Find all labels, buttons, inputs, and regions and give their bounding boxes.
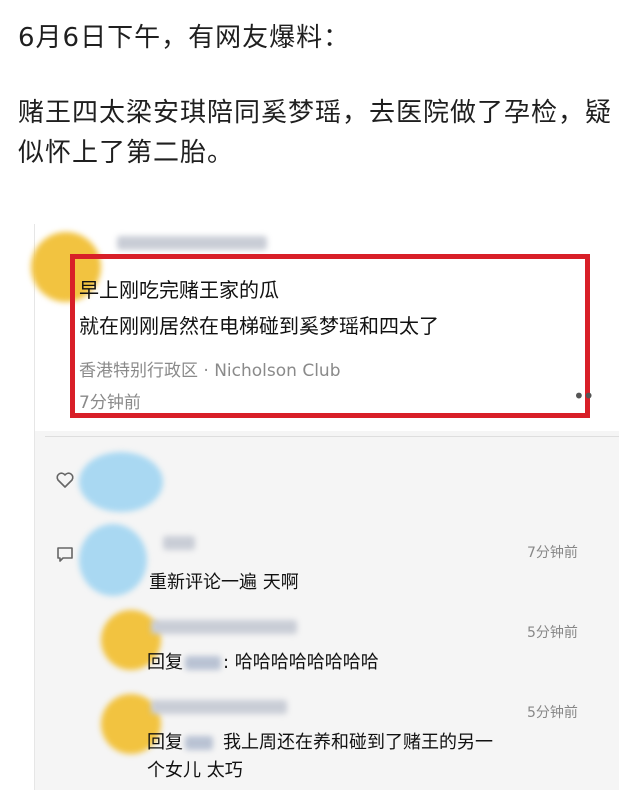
more-options-icon[interactable]: •• [573, 384, 595, 408]
comment-icon[interactable] [55, 544, 75, 564]
divider [45, 436, 619, 437]
article-body: 赌王四太梁安琪陪同奚梦瑶，去医院做了孕检，疑似怀上了第二胎。 [18, 98, 613, 168]
heart-icon[interactable] [55, 470, 75, 490]
post-text-line-1: 早上刚吃完赌王家的瓜 [79, 278, 279, 302]
reply-label: 回复 [147, 732, 183, 753]
comment-text: 回复 我上周还在养和碰到了赌王的另一 [147, 728, 493, 754]
liker-avatar [79, 452, 163, 512]
commenter-avatar [79, 524, 147, 596]
post-location[interactable]: 香港特别行政区 · Nicholson Club [79, 356, 341, 381]
reply-content: : 哈哈哈哈哈哈哈哈 [223, 652, 379, 673]
comment-text-continued: 个女儿 太巧 [147, 760, 243, 781]
commenter-name-blurred [151, 620, 297, 634]
social-post-screenshot: 早上刚吃完赌王家的瓜 就在刚刚居然在电梯碰到奚梦瑶和四太了 香港特别行政区 · … [31, 224, 619, 790]
commenter-name-blurred [151, 700, 287, 714]
post-card: 早上刚吃完赌王家的瓜 就在刚刚居然在电梯碰到奚梦瑶和四太了 香港特别行政区 · … [31, 224, 619, 431]
comment-time: 5分钟前 [527, 705, 578, 721]
post-text-line-2: 就在刚刚居然在电梯碰到奚梦瑶和四太了 [79, 314, 439, 338]
comment-time: 5分钟前 [527, 625, 578, 641]
comment-text: 重新评论一遍 天啊 [149, 572, 299, 593]
poster-name-blurred [117, 236, 267, 250]
comment-time: 7分钟前 [527, 545, 578, 561]
reply-target-blurred [185, 736, 213, 750]
article-intro: 6月6日下午，有网友爆料： [18, 23, 351, 53]
reply-label: 回复 [147, 652, 183, 673]
post-timestamp: 7分钟前 [79, 393, 141, 413]
comment-text: 回复 : 哈哈哈哈哈哈哈哈 [147, 648, 379, 674]
reply-content: 我上周还在养和碰到了赌王的另一 [223, 732, 493, 753]
reply-target-blurred [185, 656, 221, 670]
commenter-name-blurred [163, 536, 195, 550]
